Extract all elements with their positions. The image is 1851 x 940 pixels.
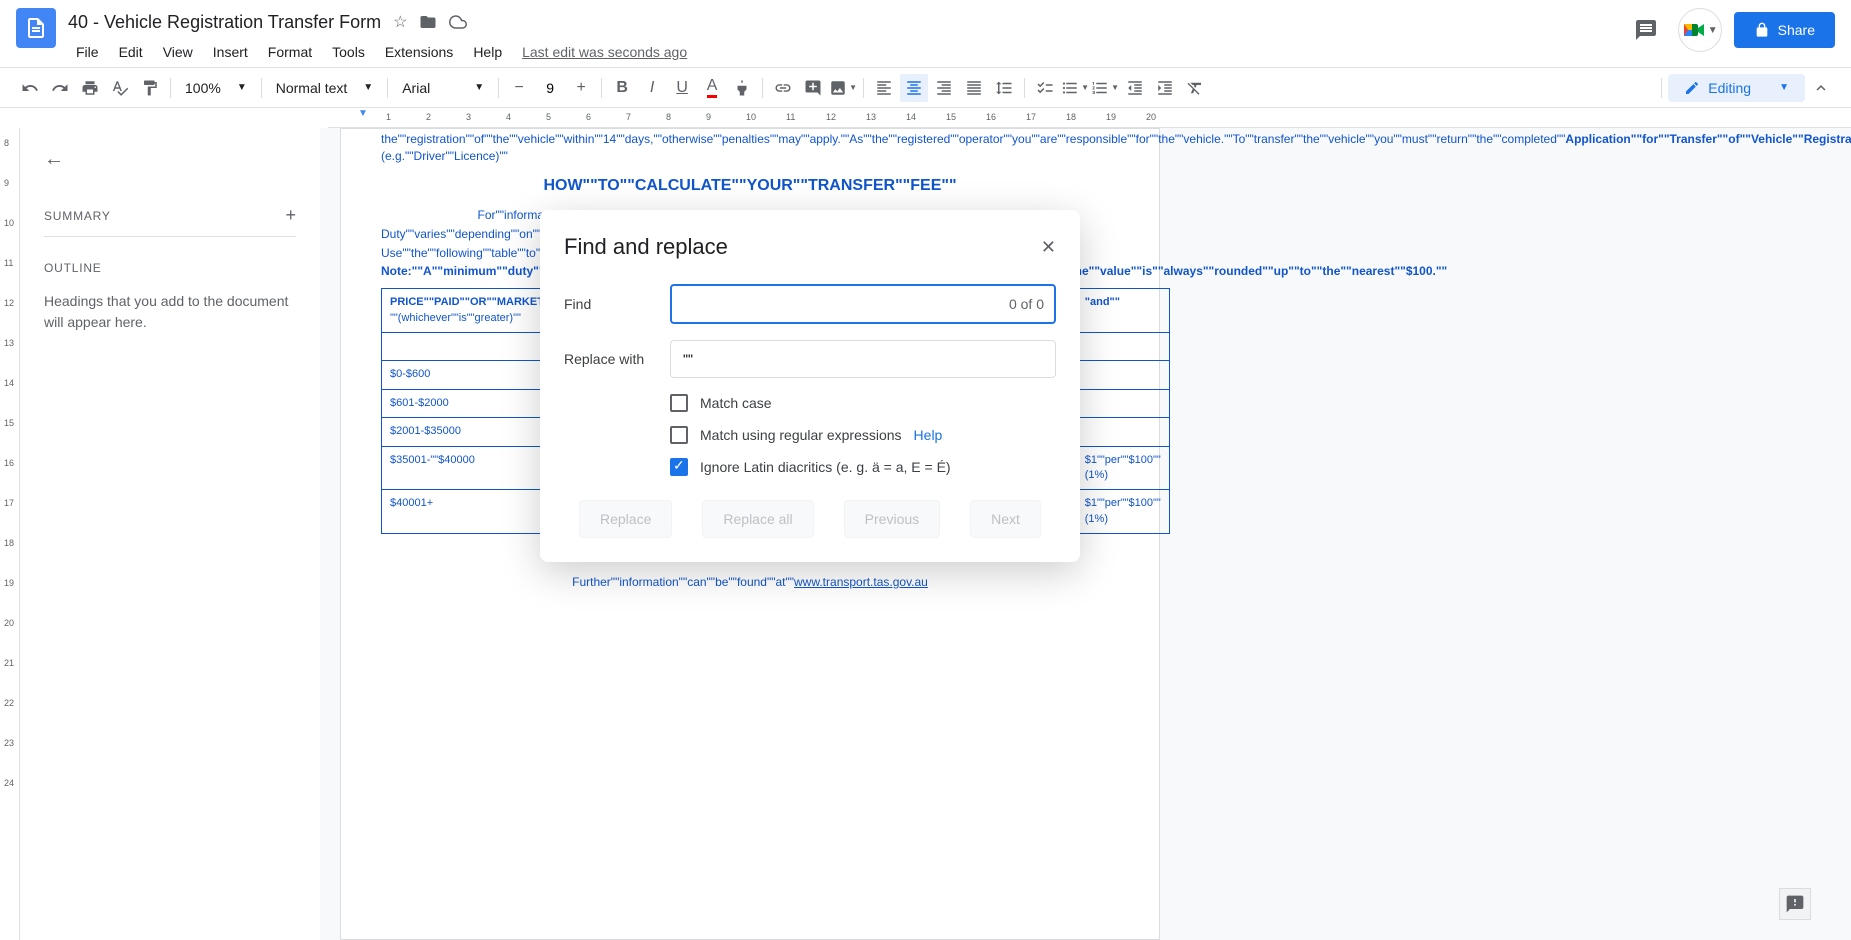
replace-button[interactable]: Replace [579,500,672,538]
help-link[interactable]: Help [914,427,943,443]
align-justify-button[interactable] [960,74,988,102]
previous-button[interactable]: Previous [844,500,940,538]
bold-button[interactable]: B [608,74,636,102]
menu-bar: File Edit View Insert Format Tools Exten… [68,38,1626,66]
last-edit-link[interactable]: Last edit was seconds ago [522,44,687,60]
summary-heading: SUMMARY [44,209,111,223]
share-button[interactable]: Share [1734,12,1835,48]
indent-increase-button[interactable] [1151,74,1179,102]
collapse-button[interactable] [1807,74,1835,102]
replace-all-button[interactable]: Replace all [702,500,813,538]
header-main: 40 - Vehicle Registration Transfer Form … [68,8,1626,66]
back-arrow-icon[interactable]: ← [44,148,296,171]
menu-format[interactable]: Format [260,40,320,64]
close-icon[interactable]: ✕ [1041,237,1056,258]
match-case-label: Match case [700,395,772,411]
app-header: 40 - Vehicle Registration Transfer Form … [0,0,1851,68]
text-color-button[interactable]: A [698,74,726,102]
font-decrease-button[interactable]: − [505,74,533,102]
dialog-title: Find and replace [564,234,728,260]
clear-format-button[interactable] [1181,74,1209,102]
font-increase-button[interactable]: + [567,74,595,102]
zoom-select[interactable]: 100% ▼ [177,76,255,100]
find-input[interactable] [670,284,1056,324]
align-center-button[interactable] [900,74,928,102]
find-label: Find [564,296,654,312]
docs-logo-icon[interactable] [16,8,56,48]
diacritics-label: Ignore Latin diacritics (e. g. ä = a, E … [700,459,951,475]
meet-button[interactable]: ▼ [1678,8,1722,52]
outline-heading: OUTLINE [44,261,296,275]
match-case-checkbox[interactable] [670,394,688,412]
font-size-input[interactable] [535,80,565,96]
star-icon[interactable]: ☆ [393,12,407,32]
menu-edit[interactable]: Edit [111,40,151,64]
move-icon[interactable] [419,13,437,31]
editing-label: Editing [1708,80,1751,96]
regex-checkbox[interactable] [670,426,688,444]
cloud-icon[interactable] [449,13,467,31]
link-button[interactable] [769,74,797,102]
spellcheck-button[interactable] [106,74,134,102]
menu-tools[interactable]: Tools [324,40,373,64]
line-spacing-button[interactable] [990,74,1018,102]
underline-button[interactable]: U [668,74,696,102]
replace-input[interactable] [670,340,1056,378]
indent-marker-icon[interactable]: ▼ [358,108,368,119]
add-summary-button[interactable]: + [285,205,296,226]
align-right-button[interactable] [930,74,958,102]
find-count: 0 of 0 [1009,296,1044,312]
undo-button[interactable] [16,74,44,102]
font-select[interactable]: Arial ▼ [394,76,492,100]
find-replace-dialog: Find and replace ✕ Find 0 of 0 Replace w… [540,210,1080,562]
comment-button[interactable] [799,74,827,102]
checklist-button[interactable] [1031,74,1059,102]
align-left-button[interactable] [870,74,898,102]
editing-mode-button[interactable]: Editing ▼ [1668,74,1805,102]
comments-icon[interactable] [1626,10,1666,50]
print-button[interactable] [76,74,104,102]
outline-hint: Headings that you add to the document wi… [44,291,296,333]
share-label: Share [1778,22,1815,38]
menu-file[interactable]: File [68,40,107,64]
menu-insert[interactable]: Insert [205,40,256,64]
outline-sidebar: ← SUMMARY + OUTLINE Headings that you ad… [20,128,320,940]
italic-button[interactable]: I [638,74,666,102]
explore-button[interactable] [1779,888,1811,920]
diacritics-checkbox[interactable] [670,458,688,476]
menu-help[interactable]: Help [465,40,510,64]
vertical-ruler[interactable]: 8 9 10 11 12 13 14 15 16 17 18 19 20 21 … [0,128,20,940]
image-button[interactable]: ▼ [829,74,857,102]
menu-extensions[interactable]: Extensions [377,40,461,64]
numbered-list-button[interactable]: ▼ [1091,74,1119,102]
footer-link[interactable]: www.transport.tas.gov.au [794,575,928,589]
indent-decrease-button[interactable] [1121,74,1149,102]
bullet-list-button[interactable]: ▼ [1061,74,1089,102]
menu-view[interactable]: View [155,40,201,64]
doc-heading: HOW""TO""CALCULATE""YOUR""TRANSFER""FEE"… [381,175,1119,197]
style-select[interactable]: Normal text ▼ [268,76,381,100]
horizontal-ruler[interactable]: ▼ 1 2 3 4 5 6 7 8 9 10 11 12 13 14 15 16… [328,108,1851,128]
format-paint-button[interactable] [136,74,164,102]
highlight-button[interactable] [728,74,756,102]
next-button[interactable]: Next [970,500,1041,538]
document-title[interactable]: 40 - Vehicle Registration Transfer Form [68,12,381,33]
regex-label: Match using regular expressions [700,427,902,443]
redo-button[interactable] [46,74,74,102]
toolbar: 100% ▼ Normal text ▼ Arial ▼ − + B I U A… [0,68,1851,108]
replace-label: Replace with [564,351,654,367]
